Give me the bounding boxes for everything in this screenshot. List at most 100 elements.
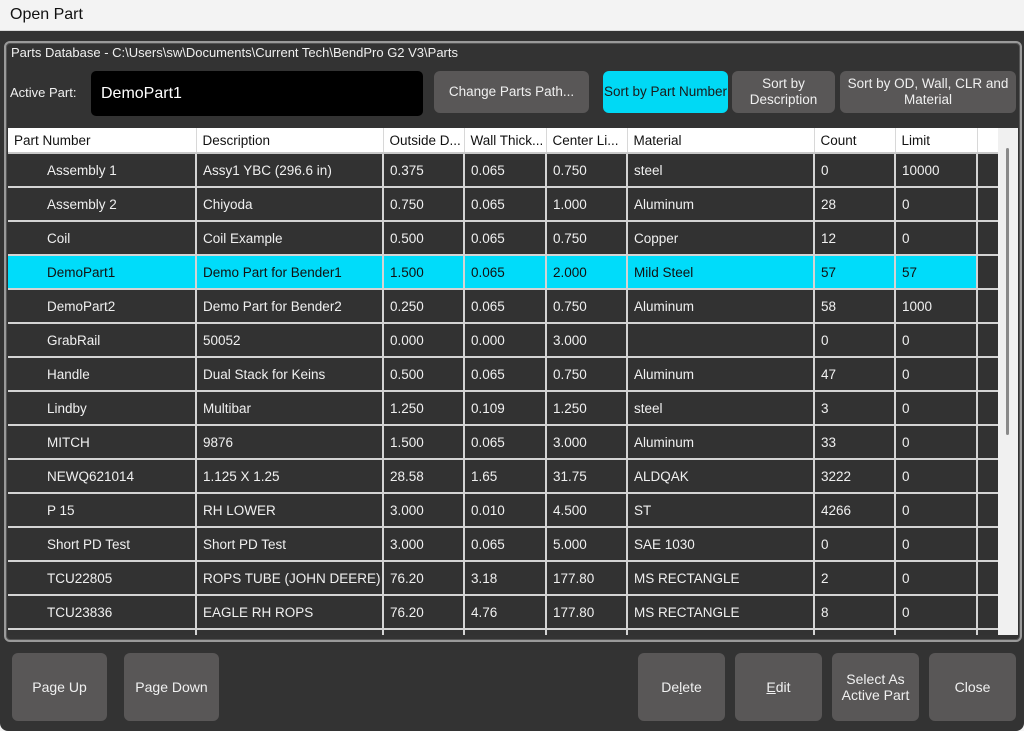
- edit-access-key: E: [766, 679, 776, 695]
- center-line-radius-cell: 177.80: [546, 561, 628, 596]
- column-header[interactable]: Material: [627, 128, 815, 154]
- part-number-cell: P 15: [8, 493, 197, 528]
- part-number-cell: DemoPart2: [8, 289, 197, 324]
- page-up-button[interactable]: Page Up: [12, 653, 107, 721]
- table-row[interactable]: TCU23836 EAGLE RH ROPS 76.20 4.76 177.80 MS R…: [8, 595, 998, 630]
- center-line-radius-cell: 2.000: [546, 255, 628, 290]
- limit-cell: 10000: [895, 153, 978, 188]
- center-line-radius-cell: 177.80: [546, 595, 628, 630]
- row-filler: [977, 187, 998, 222]
- select-as-active-part-button[interactable]: Select As Active Part: [832, 653, 919, 721]
- column-header[interactable]: Count: [814, 128, 896, 154]
- table-row[interactable]: Assembly 1 Assy1 YBC (296.6 in) 0.375 0.065…: [8, 153, 998, 188]
- row-filler: [977, 153, 998, 188]
- limit-cell: 0: [895, 221, 978, 256]
- center-line-radius-cell: [546, 629, 628, 635]
- wall-thickness-cell: 0.065: [464, 357, 547, 392]
- wall-thickness-cell: 4.76: [464, 595, 547, 630]
- limit-cell: 0: [895, 595, 978, 630]
- wall-thickness-cell: [464, 629, 547, 635]
- row-filler: [977, 289, 998, 324]
- row-filler: [977, 255, 998, 290]
- outside-diameter-cell: [383, 629, 465, 635]
- page-down-button[interactable]: Page Down: [124, 653, 219, 721]
- limit-cell: 0: [895, 561, 978, 596]
- change-parts-path-button[interactable]: Change Parts Path...: [434, 71, 589, 113]
- material-cell: Aluminum: [627, 357, 815, 392]
- count-cell: 3: [814, 391, 896, 426]
- column-header[interactable]: Description: [196, 128, 384, 154]
- row-filler: [977, 425, 998, 460]
- material-cell: steel: [627, 391, 815, 426]
- center-line-radius-cell: 31.75: [546, 459, 628, 494]
- edit-button[interactable]: Edit: [735, 653, 822, 721]
- count-cell: 57: [814, 255, 896, 290]
- part-number-cell: GrabRail: [8, 323, 197, 358]
- scrollbar-thumb[interactable]: [1006, 148, 1009, 435]
- material-cell: [627, 629, 815, 635]
- column-header[interactable]: Wall Thick...: [464, 128, 547, 154]
- part-number-cell: [8, 629, 197, 635]
- table-row[interactable]: Coil Coil Example 0.500 0.065 0.750 Copper 12 0: [8, 221, 998, 256]
- column-header[interactable]: Outside D...: [383, 128, 465, 154]
- wall-thickness-cell: 0.065: [464, 221, 547, 256]
- select-active-label: Select As Active Part: [842, 671, 910, 703]
- count-cell: 0: [814, 323, 896, 358]
- table-row[interactable]: Lindby Multibar 1.250 0.109 1.250 steel 3 0: [8, 391, 998, 426]
- wall-thickness-cell: 0.065: [464, 255, 547, 290]
- table-row[interactable]: P 15 RH LOWER 3.000 0.010 4.500 ST 4266 0: [8, 493, 998, 528]
- delete-button[interactable]: De l ete: [638, 653, 725, 721]
- edit-label-part: dit: [775, 679, 791, 695]
- limit-cell: 0: [895, 459, 978, 494]
- center-line-radius-cell: 3.000: [546, 323, 628, 358]
- sort-by-description-button[interactable]: Sort by Description: [732, 71, 835, 113]
- table-row[interactable]: TCU22805 ROPS TUBE (JOHN DEERE) 76.20 3.18 1…: [8, 561, 998, 596]
- description-cell: Demo Part for Bender2: [196, 289, 384, 324]
- table-row[interactable]: NEWQ621014 1.125 X 1.25 28.58 1.65 31.75 ALDQ…: [8, 459, 998, 494]
- column-header[interactable]: Limit: [895, 128, 978, 154]
- material-cell: MS RECTANGLE: [627, 595, 815, 630]
- column-header[interactable]: Part Number: [8, 128, 197, 154]
- description-cell: RH LOWER: [196, 493, 384, 528]
- row-filler: [977, 527, 998, 562]
- count-cell: 12: [814, 221, 896, 256]
- material-cell: Aluminum: [627, 425, 815, 460]
- row-filler: [977, 459, 998, 494]
- active-part-field[interactable]: [91, 71, 423, 116]
- count-cell: 8: [814, 595, 896, 630]
- count-cell: 0: [814, 153, 896, 188]
- wall-thickness-cell: 0.065: [464, 187, 547, 222]
- limit-cell: 0: [895, 323, 978, 358]
- table-row[interactable]: GrabRail 50052 0.000 0.000 3.000 0 0: [8, 323, 998, 358]
- material-cell: ST: [627, 493, 815, 528]
- material-cell: [627, 323, 815, 358]
- material-cell: ALDQAK: [627, 459, 815, 494]
- vertical-scrollbar[interactable]: [998, 128, 1018, 635]
- delete-label-part: ete: [682, 679, 702, 695]
- outside-diameter-cell: 0.500: [383, 357, 465, 392]
- table-row[interactable]: DemoPart1 Demo Part for Bender1 1.500 0.065…: [8, 255, 998, 290]
- column-header[interactable]: Center Li...: [546, 128, 628, 154]
- table-row[interactable]: [8, 629, 998, 635]
- table-row[interactable]: Assembly 2 Chiyoda 0.750 0.065 1.000 Aluminum…: [8, 187, 998, 222]
- count-cell: [814, 629, 896, 635]
- wall-thickness-cell: 0.010: [464, 493, 547, 528]
- limit-cell: 0: [895, 187, 978, 222]
- table-row[interactable]: Short PD Test Short PD Test 3.000 0.065 5.00…: [8, 527, 998, 562]
- limit-cell: 1000: [895, 289, 978, 324]
- center-line-radius-cell: 1.000: [546, 187, 628, 222]
- sort-by-od-wall-clr-material-button[interactable]: Sort by OD, Wall, CLR and Material: [840, 71, 1016, 113]
- part-number-cell: DemoPart1: [8, 255, 197, 290]
- close-button[interactable]: Close: [929, 653, 1016, 721]
- center-line-radius-cell: 0.750: [546, 357, 628, 392]
- limit-cell: 0: [895, 527, 978, 562]
- sort-by-part-number-button[interactable]: Sort by Part Number: [603, 71, 728, 113]
- outside-diameter-cell: 1.500: [383, 255, 465, 290]
- count-cell: 0: [814, 527, 896, 562]
- center-line-radius-cell: 0.750: [546, 153, 628, 188]
- table-row[interactable]: MITCH 9876 1.500 0.065 3.000 Aluminum 33 0: [8, 425, 998, 460]
- limit-cell: 0: [895, 425, 978, 460]
- table-row[interactable]: Handle Dual Stack for Keins 0.500 0.065 0.75…: [8, 357, 998, 392]
- wall-thickness-cell: 1.65: [464, 459, 547, 494]
- table-row[interactable]: DemoPart2 Demo Part for Bender2 0.250 0.065…: [8, 289, 998, 324]
